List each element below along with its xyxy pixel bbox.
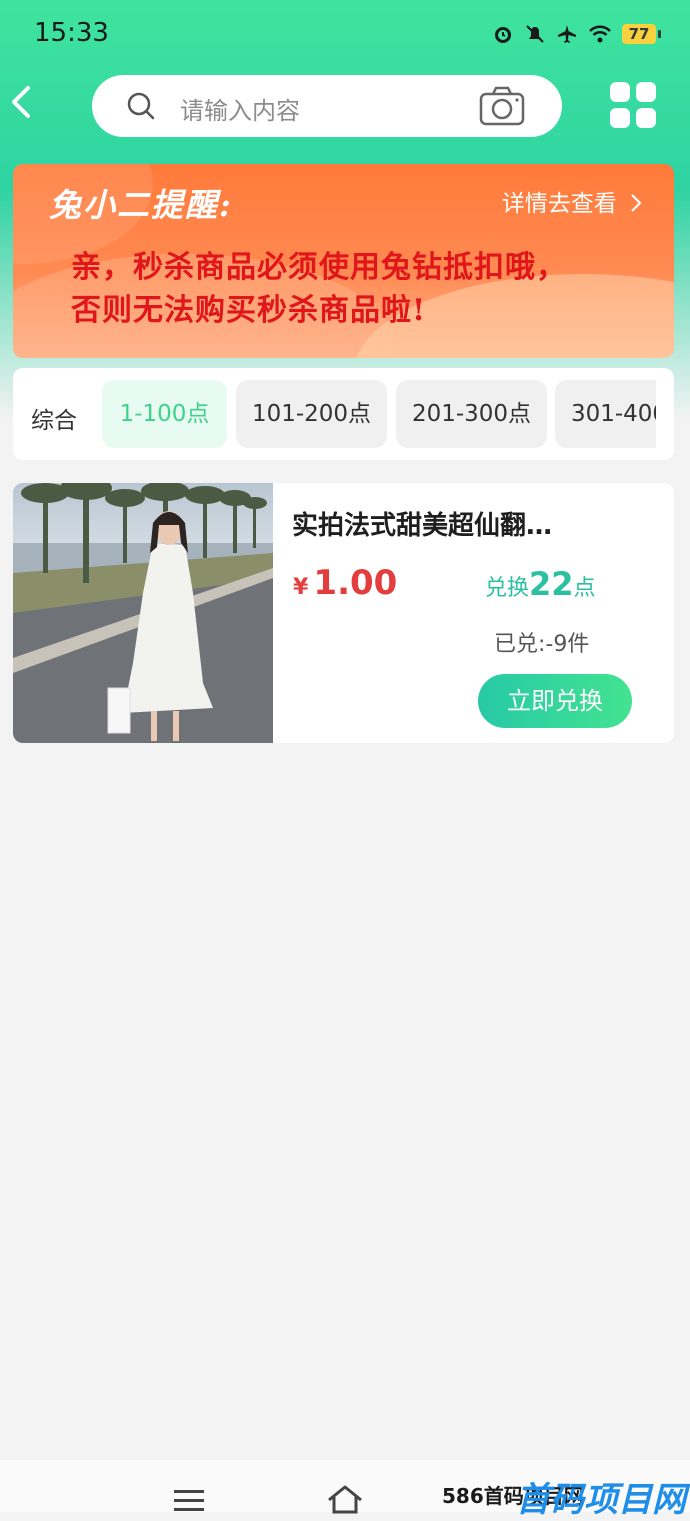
banner-message-line: 否则无法购买秒杀商品啦! <box>71 293 427 328</box>
banner-title: 兔小二提醒: <box>49 186 233 224</box>
watermark-logo: 首码项目网 <box>516 1480 686 1520</box>
search-placeholder: 请输入内容 <box>180 97 300 125</box>
mute-icon <box>524 23 546 45</box>
camera-icon[interactable] <box>478 84 526 132</box>
tab-201-300[interactable]: 201-300点 <box>396 380 547 448</box>
battery-icon: 77 <box>622 24 661 44</box>
tab-all[interactable]: 综合 <box>31 401 77 435</box>
search-icon <box>126 91 156 125</box>
grid-cell <box>636 82 656 102</box>
wifi-icon <box>588 24 612 44</box>
tab-101-200[interactable]: 101-200点 <box>236 380 387 448</box>
back-button[interactable] <box>6 82 46 122</box>
grid-icon[interactable] <box>610 82 656 128</box>
banner-link-label: 详情去查看 <box>501 191 617 217</box>
promo-banner[interactable]: 兔小二提醒: 详情去查看 亲，秒杀商品必须使用兔钻抵扣哦， 否则无法购买秒杀商品… <box>13 164 674 358</box>
banner-message: 亲，秒杀商品必须使用兔钻抵扣哦， 否则无法购买秒杀商品啦! <box>71 246 651 332</box>
points-unit: 点 <box>573 576 596 601</box>
menu-icon[interactable] <box>172 1488 206 1518</box>
search-input[interactable]: 请输入内容 <box>92 75 562 137</box>
airplane-icon <box>556 23 578 45</box>
tab-1-100[interactable]: 1-100点 <box>102 380 227 448</box>
points-value: 22 <box>529 565 574 603</box>
status-bar: 15:33 77 <box>0 0 690 66</box>
redeem-button[interactable]: 立即兑换 <box>478 674 632 728</box>
banner-details-link[interactable]: 详情去查看 <box>502 184 644 218</box>
filter-tabs: 综合 1-100点 101-200点 201-300点 301-400点 <box>13 368 674 460</box>
alarm-icon <box>492 23 514 45</box>
product-points: 兑换22点 <box>485 565 596 603</box>
product-name[interactable]: 实拍法式甜美超仙翻… <box>292 505 552 542</box>
product-card[interactable]: 实拍法式甜美超仙翻… ¥ 1.00 兑换22点 已兑:-9件 立即兑换 <box>13 483 674 743</box>
grid-cell <box>636 108 656 128</box>
status-icons: 77 <box>492 20 661 48</box>
product-image[interactable] <box>13 483 273 743</box>
back-icon <box>12 86 30 118</box>
price-value: 1.00 <box>313 563 398 603</box>
home-icon[interactable] <box>326 1484 364 1518</box>
banner-message-line: 亲，秒杀商品必须使用兔钻抵扣哦， <box>71 250 567 285</box>
chevron-right-icon <box>631 194 642 212</box>
filter-tabs-scroll: 综合 1-100点 101-200点 201-300点 301-400点 <box>13 368 656 460</box>
status-time: 15:33 <box>34 18 109 48</box>
points-prefix: 兑换 <box>485 576 530 601</box>
grid-cell <box>610 82 630 102</box>
bottom-nav: 586首码项目网 首码项目网 <box>0 1460 690 1520</box>
product-price: ¥ 1.00 <box>293 563 397 603</box>
grid-cell <box>610 108 630 128</box>
exchanged-count: 已兑:-9件 <box>494 632 590 657</box>
price-symbol: ¥ <box>293 575 309 600</box>
tab-301-400[interactable]: 301-400点 <box>555 380 656 448</box>
